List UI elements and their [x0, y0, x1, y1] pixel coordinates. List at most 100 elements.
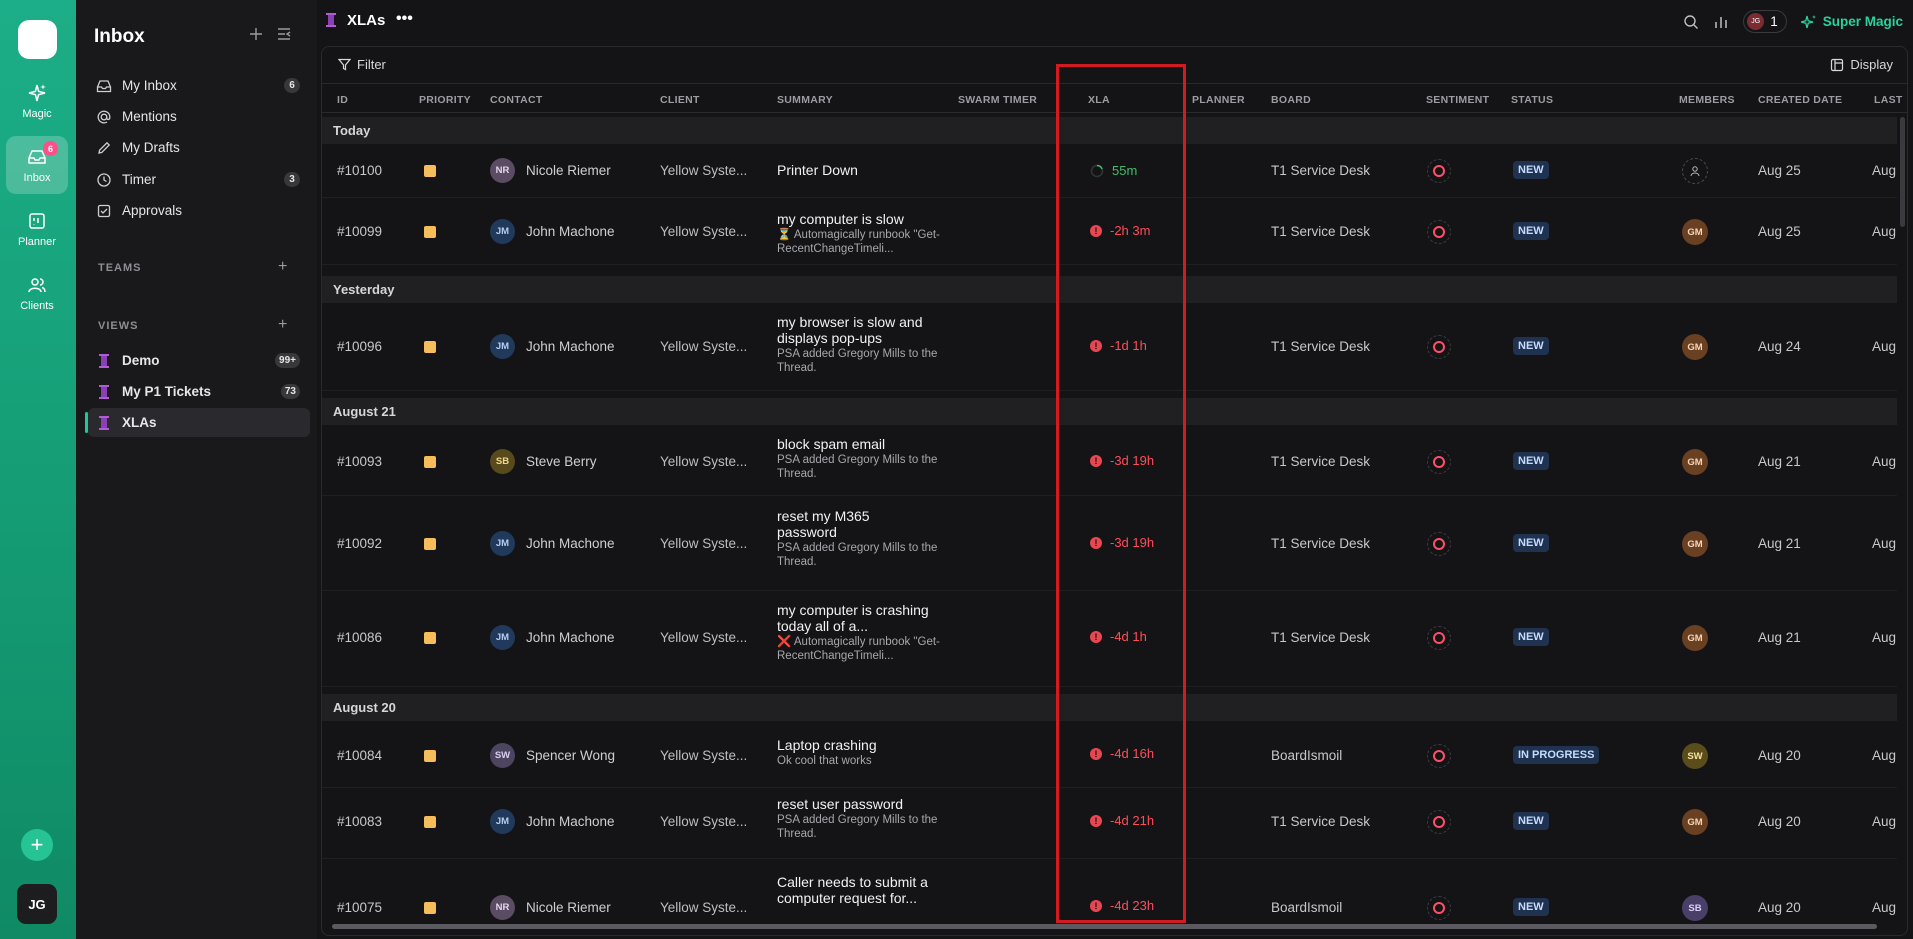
add-team-icon[interactable]: + [278, 258, 287, 276]
member-avatar: GM [1682, 625, 1708, 651]
summary: Laptop crashing Ok cool that works [777, 737, 947, 768]
sentiment-icon[interactable] [1427, 626, 1451, 650]
nav-timer[interactable]: Timer 3 [88, 165, 310, 194]
members[interactable]: GM [1682, 334, 1708, 360]
column-header-members[interactable]: MEMBERS [1679, 94, 1735, 106]
ticket-id: #10086 [337, 630, 383, 645]
summary-preview: ⏳ Automagically runbook "Get-RecentChang… [777, 229, 940, 255]
inbox-icon [95, 77, 113, 95]
rail-item-planner[interactable]: Planner [6, 200, 68, 258]
display-button[interactable]: Display [1830, 57, 1893, 72]
members[interactable]: GM [1682, 809, 1708, 835]
rail-item-clients[interactable]: Clients [6, 264, 68, 322]
summary: my browser is slow and displays pop-ups … [777, 314, 947, 375]
filter-label: Filter [357, 57, 386, 72]
notifications-pill[interactable]: JG 1 [1743, 10, 1787, 33]
status-badge[interactable]: NEW [1513, 534, 1549, 552]
nav-label: My Inbox [122, 78, 177, 93]
more-options-button[interactable]: ••• [396, 10, 413, 28]
board-name: BoardIsmoil [1271, 900, 1343, 915]
add-icon[interactable] [248, 26, 264, 42]
display-label: Display [1850, 57, 1893, 72]
status-badge[interactable]: NEW [1513, 812, 1549, 830]
collapse-sidebar-icon[interactable] [276, 26, 292, 42]
members[interactable]: GM [1682, 449, 1708, 475]
column-header-id[interactable]: ID [337, 94, 348, 106]
column-header-sentiment[interactable]: SENTIMENT [1426, 94, 1489, 106]
priority-indicator [424, 226, 436, 238]
members[interactable]: GM [1682, 531, 1708, 557]
summary-title: Caller needs to submit a computer reques… [777, 874, 928, 906]
rail-item-inbox[interactable]: Inbox 6 [6, 136, 68, 194]
status-badge[interactable]: NEW [1513, 452, 1549, 470]
nav-mentions[interactable]: Mentions [88, 102, 310, 131]
nav-my-inbox[interactable]: My Inbox 6 [88, 71, 310, 100]
members[interactable]: SB [1682, 895, 1708, 921]
column-header-planner[interactable]: PLANNER [1192, 94, 1245, 106]
member-avatar: SW [1682, 743, 1708, 769]
members[interactable]: SW [1682, 743, 1708, 769]
members[interactable]: GM [1682, 625, 1708, 651]
summary-preview: PSA added Gregory Mills to the Thread. [777, 454, 938, 480]
nav-my-drafts[interactable]: My Drafts [88, 133, 310, 162]
ticket-id: #10099 [337, 224, 383, 239]
column-header-board[interactable]: BOARD [1271, 94, 1311, 106]
add-view-icon[interactable]: + [278, 316, 287, 334]
nav-approvals[interactable]: Approvals [88, 196, 310, 225]
summary-title: reset user password [777, 796, 904, 812]
view-my-p1-tickets[interactable]: My P1 Tickets 73 [88, 377, 310, 406]
app-logo[interactable] [18, 20, 57, 59]
sentiment-icon[interactable] [1427, 744, 1451, 768]
status-badge[interactable]: IN PROGRESS [1513, 746, 1600, 764]
summary: Printer Down [777, 162, 947, 178]
nav-label: Approvals [122, 203, 183, 218]
contact-avatar: JM [490, 334, 515, 359]
contact-name: Steve Berry [526, 454, 597, 469]
ticket-id: #10075 [337, 900, 383, 915]
search-icon[interactable] [1683, 14, 1699, 30]
super-magic-button[interactable]: Super Magic [1800, 14, 1903, 30]
column-header-priority[interactable]: PRIORITY [419, 94, 471, 106]
filter-button[interactable]: Filter [338, 57, 386, 72]
sentiment-icon[interactable] [1427, 532, 1451, 556]
create-button[interactable]: + [21, 829, 53, 861]
column-header-status[interactable]: STATUS [1511, 94, 1553, 106]
vertical-scrollbar[interactable] [1900, 117, 1905, 227]
status-badge[interactable]: NEW [1513, 161, 1549, 179]
summary-title: block spam email [777, 436, 886, 452]
sentiment-icon[interactable] [1427, 810, 1451, 834]
view-demo[interactable]: Demo 99+ [88, 346, 310, 375]
analytics-icon[interactable] [1713, 14, 1729, 30]
view-xlas[interactable]: XLAs [85, 408, 310, 437]
column-header-contact[interactable]: CONTACT [490, 94, 543, 106]
column-header-created-date[interactable]: CREATED DATE [1758, 94, 1842, 106]
rail-item-magic[interactable]: Magic [6, 72, 68, 130]
column-header-swarm-timer[interactable]: SWARM TIMER [958, 94, 1037, 106]
sentiment-icon[interactable] [1427, 896, 1451, 920]
column-header-summary[interactable]: SUMMARY [777, 94, 833, 106]
contact-avatar: JM [490, 219, 515, 244]
sidebar: Inbox My Inbox 6 Mentions My Drafts Time… [76, 0, 317, 939]
status-badge[interactable]: NEW [1513, 337, 1549, 355]
status-badge[interactable]: NEW [1513, 898, 1549, 916]
sentiment-icon[interactable] [1427, 450, 1451, 474]
sentiment-icon[interactable] [1427, 220, 1451, 244]
column-header-client[interactable]: CLIENT [660, 94, 700, 106]
sentiment-icon[interactable] [1427, 159, 1451, 183]
members[interactable] [1682, 158, 1708, 184]
status-badge[interactable]: NEW [1513, 222, 1549, 240]
summary-title: my browser is slow and displays pop-ups [777, 314, 923, 346]
user-avatar[interactable]: JG [17, 884, 57, 924]
rail-label: Clients [20, 300, 54, 312]
priority-indicator [424, 456, 436, 468]
status-badge[interactable]: NEW [1513, 628, 1549, 646]
summary: my computer is slow ⏳ Automagically runb… [777, 211, 947, 256]
sentiment-icon[interactable] [1427, 335, 1451, 359]
horizontal-scrollbar[interactable] [332, 924, 1877, 929]
client-name: Yellow Syste... [660, 224, 748, 239]
active-indicator [85, 412, 88, 433]
members[interactable]: GM [1682, 219, 1708, 245]
column-header-last[interactable]: LAST [1874, 94, 1903, 106]
last-date: Aug [1872, 224, 1897, 239]
client-name: Yellow Syste... [660, 900, 748, 915]
